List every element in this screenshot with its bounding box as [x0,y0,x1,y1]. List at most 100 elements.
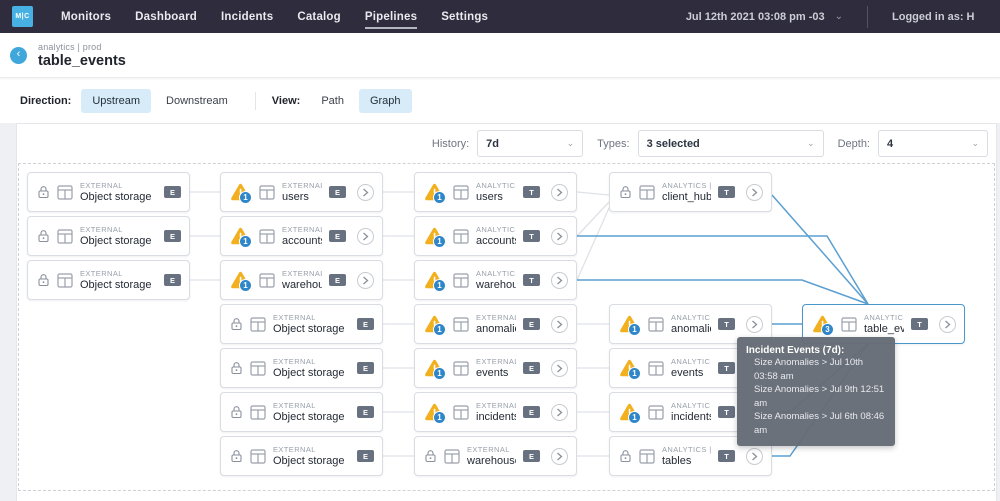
graph-node-ap-accounts[interactable]: 1ANALYTICS | PROD_...accountsT [414,216,577,256]
graph-node-ap-warehouse[interactable]: 1ANALYTICS | PROD_...warehouseT [414,260,577,300]
expand-node-button[interactable] [551,448,568,465]
graph-node-os7[interactable]: EXTERNALObject storageE [220,436,383,476]
incident-count-badge: 1 [239,279,252,292]
node-name: warehouse_tables [467,455,516,467]
expand-node-button[interactable] [357,184,374,201]
warning-icon: 1 [424,358,446,378]
view-label: View: [272,95,301,107]
incident-events-tooltip: Incident Events (7d): Size Anomalies > J… [737,337,895,446]
table-icon [453,229,469,244]
node-name: Object storage [273,323,350,335]
history-select[interactable]: 7d ⌄ [477,130,583,157]
direction-downstream-button[interactable]: Downstream [155,89,239,113]
node-name: incidents [476,411,516,423]
table-icon [259,185,275,200]
page-header: ‹ analytics | prod table_events [0,33,1000,78]
node-kind-badge: E [164,230,181,242]
graph-node-ext-anomalies[interactable]: 1EXTERNALanomaliesE [414,304,577,344]
node-kind-badge: T [523,230,540,242]
direction-upstream-button[interactable]: Upstream [81,89,151,113]
warning-icon: 1 [424,402,446,422]
logged-in-user: Logged in as: H [892,11,988,23]
node-kind-badge: E [164,274,181,286]
nav-item-monitors[interactable]: Monitors [61,11,111,23]
graph-node-os2[interactable]: EXTERNALObject storage E [27,216,190,256]
warning-icon: 1 [230,226,252,246]
expand-node-button[interactable] [939,316,956,333]
expand-node-button[interactable] [746,184,763,201]
expand-node-button[interactable] [551,184,568,201]
node-kind-badge: T [718,450,735,462]
table-icon [259,229,275,244]
node-type-label: ANALYTICS | PROD_... [476,181,516,190]
depth-select[interactable]: 4 ⌄ [878,130,988,157]
table-icon [250,361,266,376]
chevron-down-icon: ⌄ [807,138,815,149]
graph-node-os1[interactable]: EXTERNALObject storageE [27,172,190,212]
graph-node-ext-users[interactable]: 1EXTERNALusersE [220,172,383,212]
graph-node-ap-client-hub[interactable]: ANALYTICS | PRODclient_hubT [609,172,772,212]
node-kind-badge: E [329,274,346,286]
node-name: Object storage [273,455,350,467]
table-icon [648,361,664,376]
node-type-label: EXTERNAL [282,181,322,190]
node-type-label: EXTERNAL [80,225,157,234]
node-name: accounts [282,235,322,247]
expand-node-button[interactable] [357,272,374,289]
graph-filters: History: 7d ⌄ Types: 3 selected ⌄ Depth:… [17,124,996,163]
node-type-label: EXTERNAL [273,401,350,410]
datetime-selector[interactable]: Jul 12th 2021 03:08 pm -03 [686,11,825,23]
table-icon [250,405,266,420]
node-name: table_events [864,323,904,335]
graph-node-ext-warehouse-tables[interactable]: EXTERNALwarehouse_tablesE [414,436,577,476]
graph-node-ap-users[interactable]: 1ANALYTICS | PROD_...usersT [414,172,577,212]
node-kind-badge: T [718,186,735,198]
expand-node-button[interactable] [357,228,374,245]
types-label: Types: [597,138,629,150]
table-icon [250,317,266,332]
nav-item-catalog[interactable]: Catalog [297,11,341,23]
node-type-label: EXTERNAL [80,269,157,278]
types-select[interactable]: 3 selected ⌄ [638,130,824,157]
node-type-label: ANALYTICS | PROD_... [476,225,516,234]
nav-item-incidents[interactable]: Incidents [221,11,273,23]
expand-node-button[interactable] [746,316,763,333]
expand-node-button[interactable] [551,228,568,245]
view-path-button[interactable]: Path [310,89,355,113]
chevron-down-icon[interactable]: ⌄ [835,11,843,22]
graph-node-ext-incidents[interactable]: 1EXTERNALincidentsE [414,392,577,432]
node-name: warehouse [282,279,322,291]
warning-icon: 1 [424,226,446,246]
expand-node-button[interactable] [551,316,568,333]
view-graph-button[interactable]: Graph [359,89,412,113]
graph-node-os5[interactable]: EXTERNALObject storageE [220,348,383,388]
node-name: client_hub [662,191,711,203]
graph-node-os6[interactable]: EXTERNALObject storageE [220,392,383,432]
node-name: Object storage [80,235,157,247]
nav-item-pipelines[interactable]: Pipelines [365,11,417,23]
nav-item-settings[interactable]: Settings [441,11,488,23]
main-nav: Monitors Dashboard Incidents Catalog Pip… [61,0,488,33]
tooltip-item: Size Anomalies > Jul 6th 08:46 am [754,410,886,437]
graph-node-ext-accounts[interactable]: 1EXTERNALaccountsE [220,216,383,256]
node-name: tables [662,455,711,467]
incident-count-badge: 1 [433,323,446,336]
nav-item-dashboard[interactable]: Dashboard [135,11,197,23]
warning-icon: 1 [619,358,641,378]
expand-node-button[interactable] [746,448,763,465]
back-button[interactable]: ‹ [10,47,27,64]
node-kind-badge: T [718,362,735,374]
graph-node-os4[interactable]: EXTERNALObject storageE [220,304,383,344]
graph-node-ext-events[interactable]: 1EXTERNALeventsE [414,348,577,388]
expand-node-button[interactable] [551,272,568,289]
incident-count-badge: 1 [433,367,446,380]
graph-node-ext-warehouse[interactable]: 1EXTERNALwarehouseE [220,260,383,300]
page-title: table_events [38,53,126,69]
node-type-label: EXTERNAL [476,313,516,322]
expand-node-button[interactable] [551,360,568,377]
graph-node-os3[interactable]: EXTERNALObject storageE [27,260,190,300]
warning-icon: 3 [812,314,834,334]
lock-icon [230,402,243,422]
history-label: History: [432,138,469,150]
expand-node-button[interactable] [551,404,568,421]
